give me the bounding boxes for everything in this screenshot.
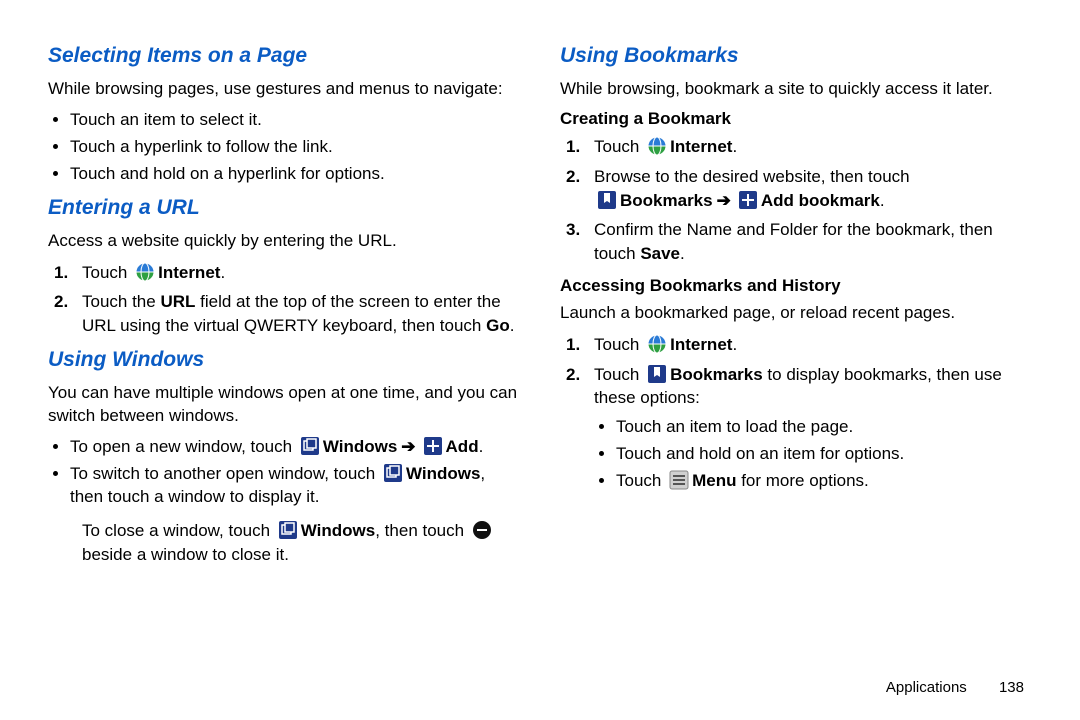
paragraph: Access a website quickly by entering the… (48, 230, 520, 253)
step: Touch Internet. (560, 333, 1032, 357)
heading-selecting-items: Selecting Items on a Page (48, 44, 520, 68)
bold-text: Go (486, 316, 510, 335)
bold-text: Save (640, 244, 680, 263)
list-item: Touch an item to load the page. (616, 416, 1032, 439)
bullet-list: To open a new window, touch Windows➔Add.… (48, 436, 520, 509)
bold-text: Windows (406, 464, 480, 483)
step-text: Touch (594, 335, 644, 354)
step-text: . (880, 191, 885, 210)
paragraph: You can have multiple windows open at on… (48, 382, 520, 428)
bold-text: Windows (323, 437, 397, 456)
heading-using-bookmarks: Using Bookmarks (560, 44, 1032, 68)
bold-text: Internet (158, 263, 220, 282)
list-item: Touch Menu for more options. (616, 470, 1032, 493)
text: Touch (616, 471, 666, 490)
bullet-list: Touch an item to select it. Touch a hype… (48, 109, 520, 186)
manual-page: Selecting Items on a Page While browsing… (0, 0, 1080, 572)
step-text: . (680, 244, 685, 263)
page-footer: Applications 138 (886, 679, 1024, 696)
arrow-icon: ➔ (401, 437, 415, 456)
list-item: To switch to another open window, touch … (70, 463, 520, 509)
step: Touch Bookmarks to display bookmarks, th… (560, 363, 1032, 493)
bold-text: Bookmarks (670, 365, 763, 384)
heading-using-windows: Using Windows (48, 348, 520, 372)
step-text: . (732, 137, 737, 156)
right-column: Using Bookmarks While browsing, bookmark… (560, 38, 1032, 572)
subheading-creating-bookmark: Creating a Bookmark (560, 109, 1032, 129)
list-item: Touch a hyperlink to follow the link. (70, 136, 520, 159)
bold-text: Bookmarks (620, 191, 713, 210)
bold-text: Internet (670, 335, 732, 354)
left-column: Selecting Items on a Page While browsing… (48, 38, 520, 572)
bookmark-icon (597, 190, 617, 210)
list-item: Touch and hold on a hyperlink for option… (70, 163, 520, 186)
footer-page-number: 138 (999, 679, 1024, 696)
globe-icon (647, 136, 667, 156)
text: To open a new window, touch (70, 437, 297, 456)
add-icon (423, 436, 443, 456)
step-text: Touch (594, 137, 644, 156)
step-text: . (220, 263, 225, 282)
step-text: Touch (82, 263, 132, 282)
numbered-list: Touch Internet. Touch the URL field at t… (48, 261, 520, 338)
list-item: To open a new window, touch Windows➔ Add. (70, 436, 520, 459)
globe-icon (647, 334, 667, 354)
windows-icon (383, 463, 403, 483)
text: To close a window, touch (82, 521, 275, 540)
arrow-icon: ➔ (717, 191, 731, 210)
paragraph: While browsing, bookmark a site to quick… (560, 78, 1032, 101)
step-text: Browse to the desired website, then touc… (594, 167, 910, 186)
sub-item: To close a window, touch Windows, then t… (48, 519, 520, 567)
step-text: . (510, 316, 515, 335)
step: Touch Internet. (48, 261, 520, 285)
windows-icon (278, 520, 298, 540)
menu-icon (669, 470, 689, 490)
paragraph: While browsing pages, use gestures and m… (48, 78, 520, 101)
bold-text: URL (160, 292, 195, 311)
add-icon (738, 190, 758, 210)
bold-text: Add (446, 437, 479, 456)
bold-text: Windows (301, 521, 375, 540)
text: To switch to another open window, touch (70, 464, 380, 483)
text: beside a window to close it. (82, 545, 289, 564)
text: for more options. (736, 471, 868, 490)
text: , then touch (375, 521, 469, 540)
bold-text: Internet (670, 137, 732, 156)
heading-entering-url: Entering a URL (48, 196, 520, 220)
text: . (479, 437, 484, 456)
bold-text: Menu (692, 471, 736, 490)
step-text: Touch the (82, 292, 160, 311)
globe-icon (135, 262, 155, 282)
list-item: Touch and hold on an item for options. (616, 443, 1032, 466)
step: Touch the URL field at the top of the sc… (48, 290, 520, 338)
subheading-accessing-bookmarks: Accessing Bookmarks and History (560, 276, 1032, 296)
list-item: Touch an item to select it. (70, 109, 520, 132)
paragraph: Launch a bookmarked page, or reload rece… (560, 302, 1032, 325)
windows-icon (300, 436, 320, 456)
bookmark-icon (647, 364, 667, 384)
footer-section: Applications (886, 679, 967, 696)
step: Browse to the desired website, then touc… (560, 165, 1032, 213)
bullet-list: Touch an item to load the page. Touch an… (594, 416, 1032, 493)
step: Confirm the Name and Folder for the book… (560, 218, 1032, 266)
step: Touch Internet. (560, 135, 1032, 159)
step-text: . (732, 335, 737, 354)
numbered-list: Touch Internet. Browse to the desired we… (560, 135, 1032, 266)
numbered-list: Touch Internet. Touch Bookmarks to displ… (560, 333, 1032, 493)
close-circle-icon (472, 520, 492, 540)
bold-text: Add bookmark (761, 191, 880, 210)
step-text: Touch (594, 365, 644, 384)
